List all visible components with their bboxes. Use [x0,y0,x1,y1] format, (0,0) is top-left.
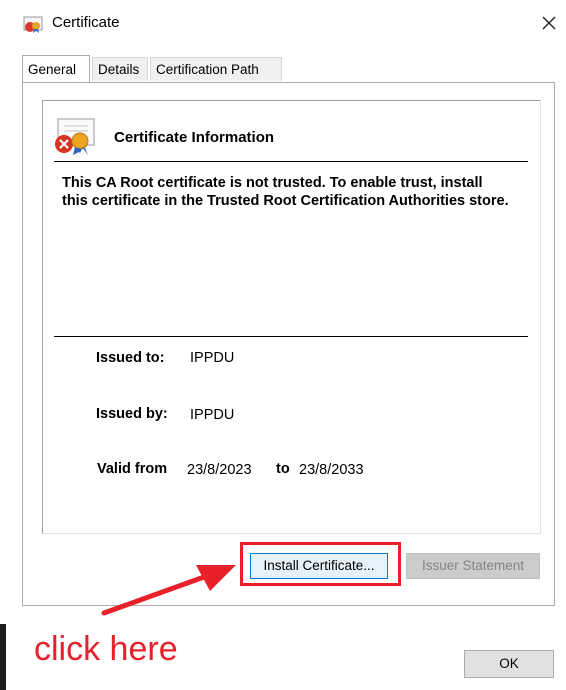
title-bar: Certificate [0,0,566,48]
issued-by-value: IPPDU [190,407,235,423]
valid-to-label: to [276,461,290,477]
issued-by-label: Issued by: [96,406,168,422]
valid-from-label: Valid from [97,461,168,477]
click-here-annotation: click here [34,630,178,668]
trust-notice: This CA Root certificate is not trusted.… [62,175,509,209]
screen-edge [0,624,6,690]
issued-to-label: Issued to: [96,350,165,366]
divider [54,336,528,337]
highlight-box [240,542,401,586]
divider [54,161,528,162]
tab-certification-path[interactable]: Certification Path [150,57,282,81]
issuer-statement-button: Issuer Statement [406,553,540,579]
tab-general[interactable]: General [22,55,90,82]
window-title: Certificate [52,14,120,31]
issued-to-value: IPPDU [190,350,235,366]
certificate-icon [23,16,43,33]
valid-from-value: 23/8/2023 [187,462,252,478]
close-icon[interactable] [536,10,562,36]
red-arrow-annotation [101,565,236,616]
tab-details[interactable]: Details [92,57,148,81]
untrusted-certificate-icon [55,118,95,155]
certificate-info-heading: Certificate Information [114,129,275,146]
valid-to-value: 23/8/2033 [299,462,364,478]
ok-button[interactable]: OK [464,650,554,678]
